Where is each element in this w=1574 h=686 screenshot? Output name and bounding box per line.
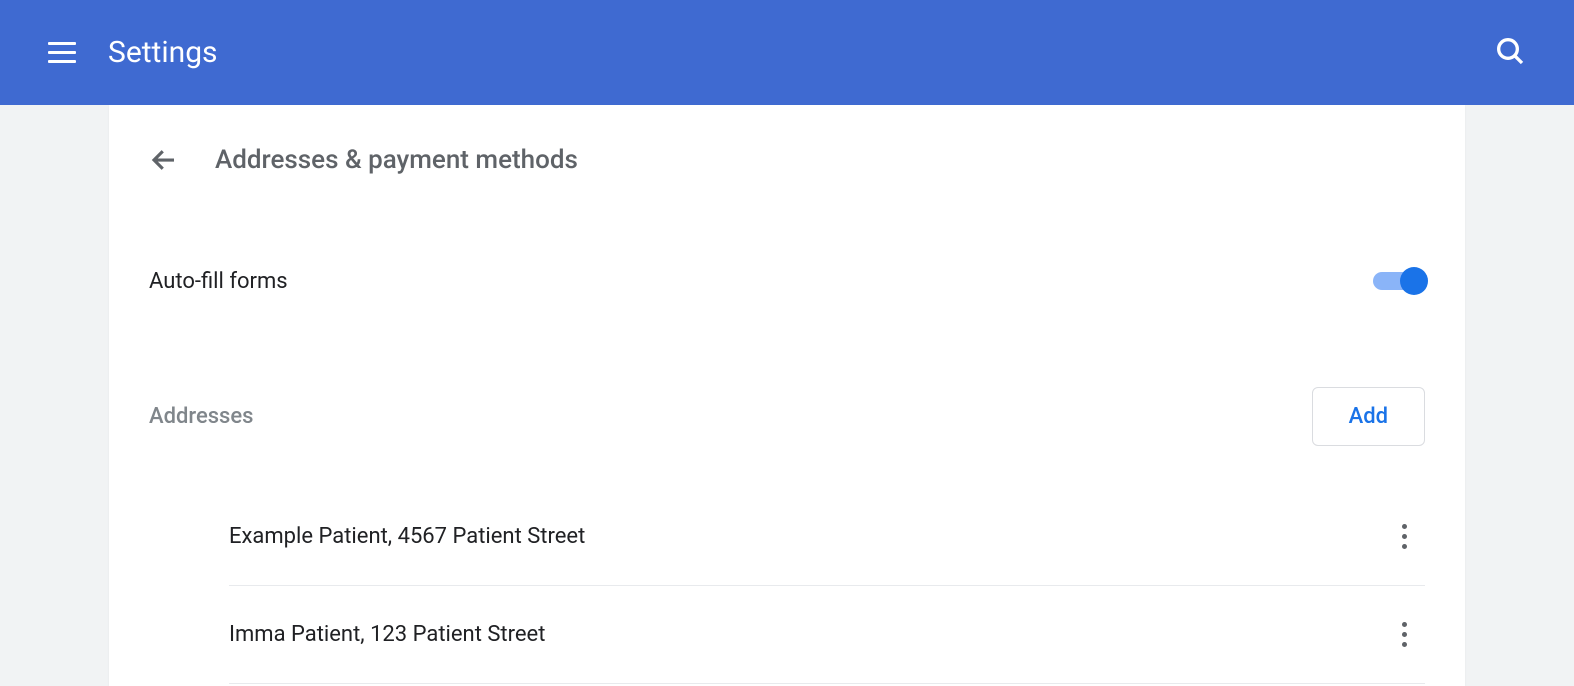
header-title: Settings — [108, 35, 218, 70]
more-icon[interactable] — [1394, 516, 1415, 557]
more-icon[interactable] — [1394, 614, 1415, 655]
address-text: Example Patient, 4567 Patient Street — [229, 524, 585, 549]
page-title: Addresses & payment methods — [215, 145, 578, 175]
autofill-label: Auto-fill forms — [149, 269, 288, 294]
autofill-setting-row: Auto-fill forms — [149, 265, 1425, 297]
search-icon[interactable] — [1494, 35, 1526, 71]
header-left: Settings — [48, 35, 218, 70]
settings-card: Addresses & payment methods Auto-fill fo… — [109, 105, 1465, 686]
card-header: Addresses & payment methods — [149, 145, 1425, 175]
address-row[interactable]: Example Patient, 4567 Patient Street — [229, 488, 1425, 586]
back-icon[interactable] — [149, 145, 179, 175]
address-row[interactable]: Imma Patient, 123 Patient Street — [229, 586, 1425, 684]
autofill-toggle[interactable] — [1373, 265, 1425, 297]
address-list: Example Patient, 4567 Patient Street Imm… — [149, 488, 1425, 684]
addresses-section-title: Addresses — [149, 404, 254, 429]
menu-icon[interactable] — [48, 37, 80, 69]
address-text: Imma Patient, 123 Patient Street — [229, 622, 545, 647]
app-header: Settings — [0, 0, 1574, 105]
addresses-section-header: Addresses Add — [149, 387, 1425, 446]
add-address-button[interactable]: Add — [1312, 387, 1425, 446]
